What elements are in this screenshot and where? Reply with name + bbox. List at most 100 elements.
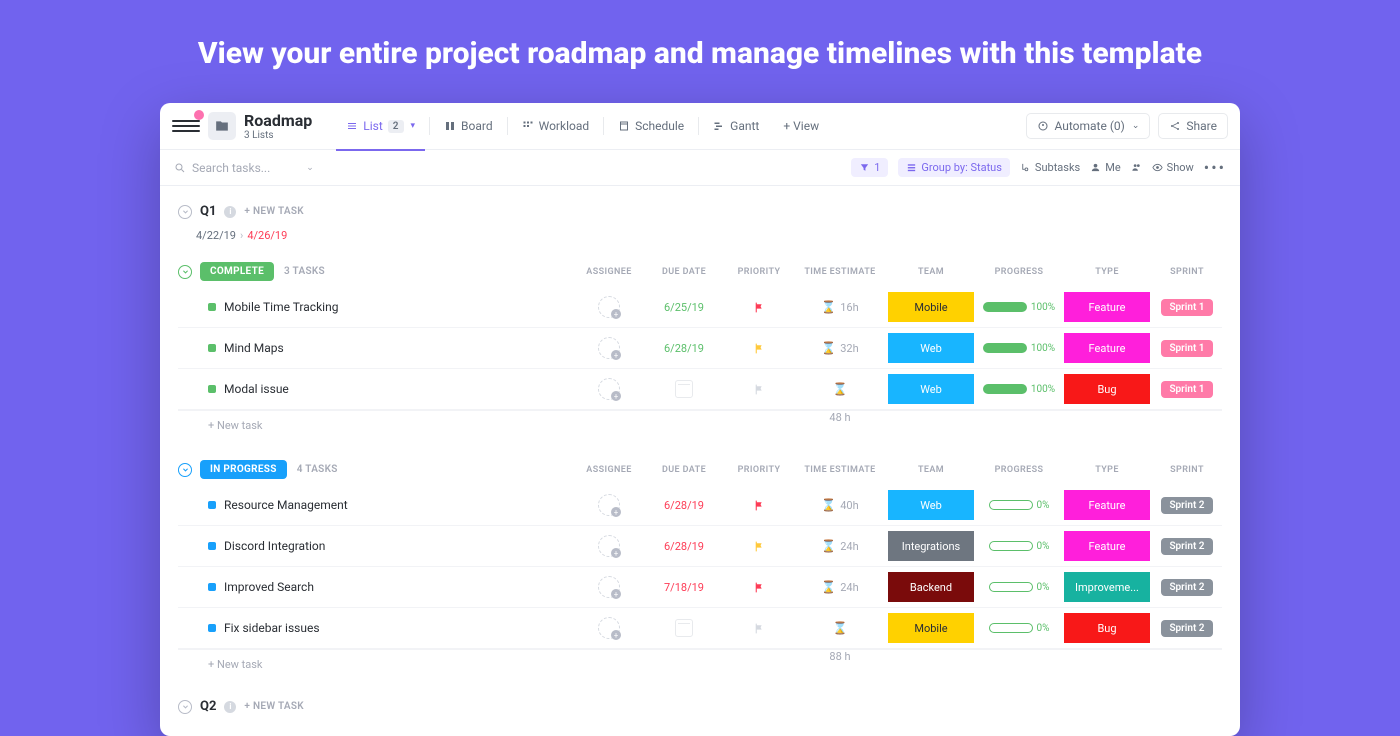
assignee-cell[interactable] [574,296,644,318]
more-icon[interactable]: ••• [1204,158,1226,177]
assignee-cell[interactable] [574,576,644,598]
new-task-button[interactable]: + NEW TASK [244,701,304,712]
sprint-cell[interactable]: Sprint 1 [1152,299,1222,316]
type-cell[interactable]: Feature [1062,333,1152,363]
due-date-cell[interactable]: 7/18/19 [644,581,724,594]
group-by-chip[interactable]: Group by: Status [898,158,1010,177]
subtasks-toggle[interactable]: Subtasks [1020,161,1080,174]
due-date-cell[interactable]: 6/28/19 [644,342,724,355]
type-cell[interactable]: Feature [1062,490,1152,520]
assignee-cell[interactable] [574,378,644,400]
sprint-cell[interactable]: Sprint 1 [1152,381,1222,398]
team-cell[interactable]: Backend [886,572,976,602]
progress-cell[interactable]: 100% [976,302,1062,313]
time-estimate-cell[interactable]: ⌛32h [794,341,886,355]
tab-schedule[interactable]: Schedule [608,113,694,139]
assignee-cell[interactable] [574,337,644,359]
time-estimate-cell[interactable]: ⌛24h [794,580,886,594]
team-cell[interactable]: Web [886,374,976,404]
team-cell[interactable]: Web [886,490,976,520]
assignee-cell[interactable] [574,535,644,557]
me-filter[interactable]: Me [1090,161,1120,174]
priority-flag-icon[interactable] [724,581,794,594]
add-view-button[interactable]: + View [773,113,829,139]
time-estimate-cell[interactable]: ⌛16h [794,300,886,314]
sprint-cell[interactable]: Sprint 2 [1152,579,1222,596]
time-estimate-cell[interactable]: ⌛24h [794,539,886,553]
type-cell[interactable]: Feature [1062,292,1152,322]
tab-board[interactable]: Board [434,113,503,139]
collapse-icon[interactable] [178,265,192,279]
search-input[interactable]: Search tasks...⌄ [174,161,314,175]
time-estimate-cell[interactable]: ⌛ [794,621,886,635]
type-cell[interactable]: Bug [1062,613,1152,643]
collapse-icon[interactable] [178,700,192,714]
new-task-button[interactable]: + New task [178,411,574,436]
new-task-button[interactable]: + New task [178,650,574,675]
progress-cell[interactable]: 100% [976,343,1062,354]
type-cell[interactable]: Improveme... [1062,572,1152,602]
priority-flag-icon[interactable] [724,499,794,512]
info-icon[interactable]: i [224,206,236,218]
progress-cell[interactable]: 0% [976,582,1062,593]
share-button[interactable]: Share [1158,113,1228,139]
info-icon[interactable]: i [224,701,236,713]
team-cell[interactable]: Mobile [886,613,976,643]
task-row[interactable]: Discord Integration 6/28/19 ⌛24h Integra… [178,526,1222,567]
tab-workload[interactable]: Workload [512,113,600,139]
progress-cell[interactable]: 0% [976,500,1062,511]
task-row[interactable]: Mind Maps 6/28/19 ⌛32h Web 100% Feature … [178,328,1222,369]
priority-flag-icon[interactable] [724,383,794,396]
add-assignee-icon[interactable] [598,576,620,598]
team-cell[interactable]: Mobile [886,292,976,322]
add-assignee-icon[interactable] [598,494,620,516]
add-assignee-icon[interactable] [598,296,620,318]
due-date-cell[interactable]: 6/25/19 [644,301,724,314]
assignees-icon[interactable] [1131,162,1142,173]
add-assignee-icon[interactable] [598,535,620,557]
time-estimate-cell[interactable]: ⌛ [794,382,886,396]
tab-list[interactable]: List2▾ [336,113,425,139]
sprint-cell[interactable]: Sprint 2 [1152,497,1222,514]
priority-flag-icon[interactable] [724,622,794,635]
type-cell[interactable]: Feature [1062,531,1152,561]
task-title-cell: Fix sidebar issues [178,621,574,635]
tab-gantt[interactable]: Gantt [703,113,769,139]
due-date-cell[interactable]: 6/28/19 [644,499,724,512]
sprint-cell[interactable]: Sprint 2 [1152,538,1222,555]
sprint-cell[interactable]: Sprint 1 [1152,340,1222,357]
priority-flag-icon[interactable] [724,301,794,314]
new-task-button[interactable]: + NEW TASK [244,206,304,217]
assignee-cell[interactable] [574,617,644,639]
progress-cell[interactable]: 100% [976,384,1062,395]
collapse-icon[interactable] [178,205,192,219]
status-pill[interactable]: IN PROGRESS [200,460,287,479]
status-pill[interactable]: COMPLETE [200,262,274,281]
collapse-icon[interactable] [178,463,192,477]
priority-flag-icon[interactable] [724,342,794,355]
type-cell[interactable]: Bug [1062,374,1152,404]
add-assignee-icon[interactable] [598,337,620,359]
team-cell[interactable]: Integrations [886,531,976,561]
add-assignee-icon[interactable] [598,378,620,400]
menu-icon[interactable] [172,112,200,140]
task-row[interactable]: Modal issue ⌛ Web 100% Bug Sprint 1 [178,369,1222,410]
team-cell[interactable]: Web [886,333,976,363]
filter-chip[interactable]: 1 [851,158,888,177]
progress-cell[interactable]: 0% [976,541,1062,552]
progress-cell[interactable]: 0% [976,623,1062,634]
task-row[interactable]: Fix sidebar issues ⌛ Mobile 0% Bug Sprin… [178,608,1222,649]
task-row[interactable]: Resource Management 6/28/19 ⌛40h Web 0% … [178,485,1222,526]
time-estimate-cell[interactable]: ⌛40h [794,498,886,512]
due-date-cell[interactable]: 6/28/19 [644,540,724,553]
add-assignee-icon[interactable] [598,617,620,639]
due-date-cell[interactable] [644,619,724,637]
show-toggle[interactable]: Show [1152,161,1194,174]
task-row[interactable]: Mobile Time Tracking 6/25/19 ⌛16h Mobile… [178,287,1222,328]
sprint-cell[interactable]: Sprint 2 [1152,620,1222,637]
assignee-cell[interactable] [574,494,644,516]
priority-flag-icon[interactable] [724,540,794,553]
task-row[interactable]: Improved Search 7/18/19 ⌛24h Backend 0% … [178,567,1222,608]
due-date-cell[interactable] [644,380,724,398]
automate-button[interactable]: Automate (0)⌄ [1026,113,1150,139]
